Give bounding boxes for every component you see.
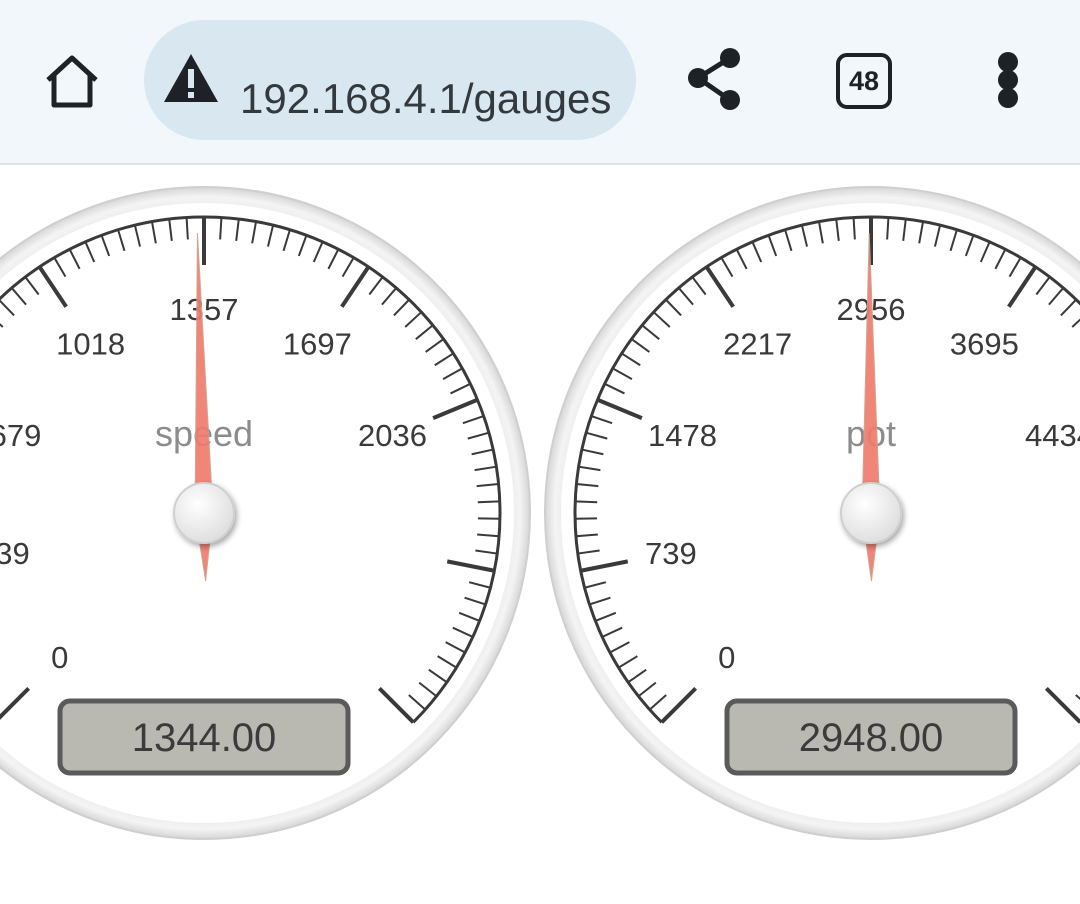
tick-label: 2036 [358, 418, 427, 453]
tick-label: 3695 [950, 326, 1019, 361]
minor-tick [185, 217, 189, 240]
value-readout: 2948.00 [799, 716, 944, 760]
share-button[interactable] [682, 46, 748, 116]
speed-gauge: 03396791018135716972036 speed 1344.00 [0, 186, 531, 840]
home-icon [46, 55, 98, 108]
home-button[interactable] [36, 46, 108, 118]
minor-tick [575, 500, 598, 504]
address-bar[interactable]: 192.168.4.1/gauges.html [144, 20, 636, 140]
url-text[interactable]: 192.168.4.1/gauges.html [240, 75, 612, 123]
tab-switcher-button[interactable]: 48 [836, 53, 892, 109]
more-vert-icon[interactable] [990, 52, 1026, 108]
gauges-canvas: 03396791018135716972036 speed 1344.00 07… [0, 186, 1080, 840]
minor-tick [477, 500, 500, 504]
needle-hub [173, 482, 235, 544]
needle-hub [840, 482, 902, 544]
tick-label: 1697 [283, 326, 352, 361]
tick-label: 739 [645, 536, 697, 571]
tick-label: 339 [0, 536, 30, 571]
tick-label: 1018 [56, 326, 125, 361]
tick-label: 1478 [648, 418, 717, 453]
tick-label: 679 [0, 418, 41, 453]
tick-label: 0 [718, 640, 735, 675]
tick-label: 4434 [1025, 418, 1080, 453]
tick-label: 2217 [723, 326, 792, 361]
tab-count: 48 [848, 66, 880, 96]
tick-label: 1357 [170, 292, 239, 327]
minor-tick [852, 217, 856, 240]
minor-tick [219, 217, 223, 240]
tick-label: 0 [51, 640, 68, 675]
value-readout: 1344.00 [132, 716, 277, 760]
minor-tick [886, 217, 890, 240]
warning-triangle-icon[interactable] [162, 50, 220, 106]
share-icon [688, 48, 740, 110]
browser-toolbar: 192.168.4.1/gauges.html 48 [0, 0, 1080, 165]
pot-gauge: 073914782217295636954434 pot 2948.00 [544, 186, 1080, 840]
